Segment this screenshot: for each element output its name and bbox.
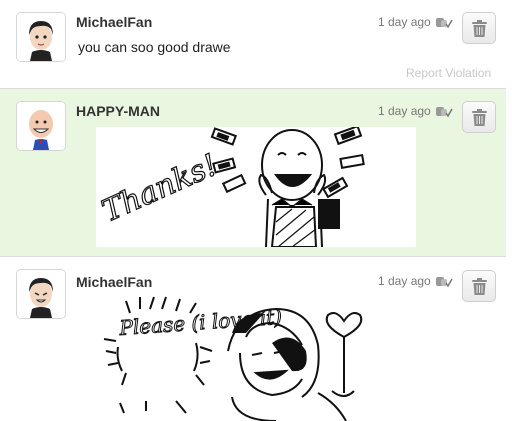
report-violation-link[interactable]: Report Violation <box>406 66 491 80</box>
delete-button[interactable] <box>462 12 496 44</box>
drawing-image: Please (i love it) <box>103 296 363 421</box>
drawing-caption: Thanks! <box>97 148 223 230</box>
handwritten-drawing[interactable]: Thanks! <box>96 127 416 247</box>
timestamp: 1 day ago <box>378 274 431 288</box>
comment-2: HAPPY-MAN 1 day ago Thanks! <box>0 89 506 256</box>
trash-icon <box>472 109 487 126</box>
drawing-caption: Please (i love it) <box>118 305 283 340</box>
trash-icon <box>472 278 487 295</box>
empathy-icon <box>436 277 453 288</box>
timestamp: 1 day ago <box>378 15 431 29</box>
avatar[interactable] <box>16 12 66 62</box>
drawing-image: Thanks! <box>96 127 365 247</box>
mii-avatar-icon <box>17 13 65 61</box>
delete-button[interactable] <box>462 270 496 302</box>
handwritten-drawing[interactable]: Please (i love it) <box>96 293 416 421</box>
avatar[interactable] <box>16 269 66 319</box>
username[interactable]: MichaelFan <box>76 14 152 30</box>
comment-3: MichaelFan 1 day ago Please (i love it) <box>0 257 506 421</box>
empathy-icon <box>436 107 453 118</box>
username[interactable]: HAPPY-MAN <box>76 103 160 119</box>
comment-1: MichaelFan you can soo good drawe 1 day … <box>0 0 506 88</box>
delete-button[interactable] <box>462 101 496 133</box>
mii-avatar-icon <box>17 102 65 150</box>
comment-text: you can soo good drawe <box>78 39 231 55</box>
empathy-icon <box>436 18 453 29</box>
username[interactable]: MichaelFan <box>76 274 152 290</box>
mii-avatar-icon <box>17 270 65 318</box>
timestamp: 1 day ago <box>378 104 431 118</box>
trash-icon <box>472 20 487 37</box>
avatar[interactable] <box>16 101 66 151</box>
